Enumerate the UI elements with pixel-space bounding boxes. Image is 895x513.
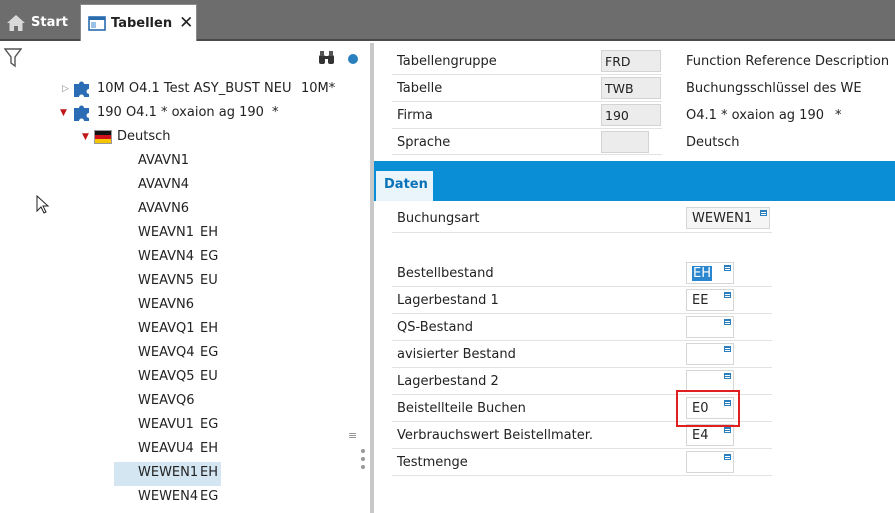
label-tabellengruppe: Tabellengruppe [397,54,497,69]
tabelle-description: Buchungsschlüssel des WE [686,81,862,96]
lookup-icon[interactable] [724,346,731,352]
field-label: Lagerbestand 2 [397,374,499,389]
tree-node-suffix: * [272,105,279,120]
close-icon[interactable]: ✕ [179,14,193,32]
collapse-arrow-icon[interactable]: ▼ [82,132,89,142]
top-tab-bar: Start Tabellen ✕ [0,0,895,41]
home-icon [6,14,26,32]
field-label: avisierter Bestand [397,347,516,362]
mouse-cursor-icon [36,194,50,219]
field-label: Beistellteile Buchen [397,401,526,416]
tab-strip [374,161,895,201]
tree-entry-extra: EU [200,369,218,384]
tree-entry-code[interactable]: WEAVU1 [138,417,194,432]
field-value: E4 [692,428,709,443]
sprache-field [601,131,649,153]
tree-node-label[interactable]: 10M O4.1 Test ASY_BUST NEU [97,81,291,96]
german-flag-icon [94,130,112,144]
field-value: EH [692,266,712,281]
tree-entry-extra: EG [200,417,219,432]
field-input[interactable] [686,316,734,338]
puzzle-icon [72,78,92,102]
window-icon [88,15,106,31]
field-input[interactable]: E4 [686,424,734,446]
lookup-icon[interactable] [724,427,731,433]
tree-entry-code[interactable]: WEWEN4 [138,489,198,504]
tree-entry-code[interactable]: WEAVQ6 [138,393,195,408]
field-input[interactable]: EE [686,289,734,311]
buchungsart-value: WEWEN1 [692,211,753,226]
tree-node-label[interactable]: Deutsch [117,129,171,144]
tree-entry-extra: EG [200,489,219,504]
tree-entry-extra: EU [200,273,218,288]
label-tabelle: Tabelle [397,81,443,96]
firma-description-suffix: * [835,108,842,123]
lookup-icon[interactable] [724,292,731,298]
label-firma: Firma [397,108,433,123]
expand-arrow-icon[interactable]: ▷ [62,84,69,94]
field-input[interactable] [686,451,734,473]
status-dot-icon[interactable] [348,54,358,64]
detail-pane: Tabellengruppe FRD Function Reference De… [374,43,895,513]
lookup-icon[interactable] [724,454,731,460]
tree-entry-extra: EH [200,225,218,240]
tab-start[interactable]: Start [6,4,68,41]
filter-icon[interactable] [3,48,23,72]
tabelle-field: TWB [601,77,661,99]
resize-handle-icon[interactable]: ≡ [348,429,357,442]
tree-entry-code[interactable]: WEWEN1 [138,465,198,480]
highlight-box [676,390,740,427]
sprache-description: Deutsch [686,135,740,150]
tab-start-label: Start [31,15,68,30]
binoculars-icon[interactable] [318,50,335,69]
tree-entry-extra: EG [200,345,219,360]
tree-entry-code[interactable]: AVAVN6 [138,201,189,216]
firma-field: 190 [601,104,661,126]
field-label: QS-Bestand [397,320,473,335]
tree-node-label[interactable]: 190 O4.1 * oxaion ag 190 [97,105,264,120]
tabellengruppe-description: Function Reference Description [686,54,890,69]
puzzle-icon [72,102,92,126]
tree-entry-code[interactable]: WEAVQ5 [138,369,195,384]
tree-entry-code[interactable]: WEAVN4 [138,249,194,264]
tree-entry-extra: EG [200,249,219,264]
field-label: Bestellbestand [397,266,494,281]
tree-entry-code[interactable]: AVAVN4 [138,177,189,192]
collapse-arrow-icon[interactable]: ▼ [60,108,67,118]
tree-node-suffix: 10M* [301,81,336,96]
field-value: EE [692,293,709,308]
tree-entry-code[interactable]: WEAVQ4 [138,345,195,360]
tree-entry-extra: EH [200,441,218,456]
label-sprache: Sprache [397,135,451,150]
field-input[interactable] [686,370,734,392]
field-label: Testmenge [397,455,468,470]
tree-entry-code[interactable]: WEAVN1 [138,225,194,240]
buchungsart-field[interactable]: WEWEN1 [686,207,770,229]
tree-entry-code[interactable]: WEAVN5 [138,273,194,288]
tree-entry-code[interactable]: AVAVN1 [138,153,189,168]
field-label: Verbrauchswert Beistellmater. [397,428,594,443]
field-input[interactable]: EH [686,262,734,284]
tab-tabellen[interactable]: Tabellen ✕ [80,4,197,41]
tabellengruppe-field: FRD [601,50,661,72]
tree-entry-code[interactable]: WEAVQ1 [138,321,195,336]
label-buchungsart: Buchungsart [397,211,480,226]
lookup-icon[interactable] [724,265,731,271]
tree-entry-extra: EH [200,321,218,336]
firma-description: O4.1 * oxaion ag 190 [686,108,824,123]
tree-pane: ▷ 10M O4.1 Test ASY_BUST NEU 10M* ▼ 190 … [0,43,370,513]
tab-tabellen-label: Tabellen [111,15,173,31]
tree-entry-extra: EH [200,465,218,480]
field-label: Lagerbestand 1 [397,293,499,308]
lookup-icon[interactable] [724,373,731,379]
tab-daten[interactable]: Daten [376,171,433,201]
tree-entry-code[interactable]: WEAVN6 [138,297,194,312]
tree-entry-code[interactable]: WEAVU4 [138,441,194,456]
lookup-icon[interactable] [760,210,767,216]
field-input[interactable] [686,343,734,365]
lookup-icon[interactable] [724,319,731,325]
